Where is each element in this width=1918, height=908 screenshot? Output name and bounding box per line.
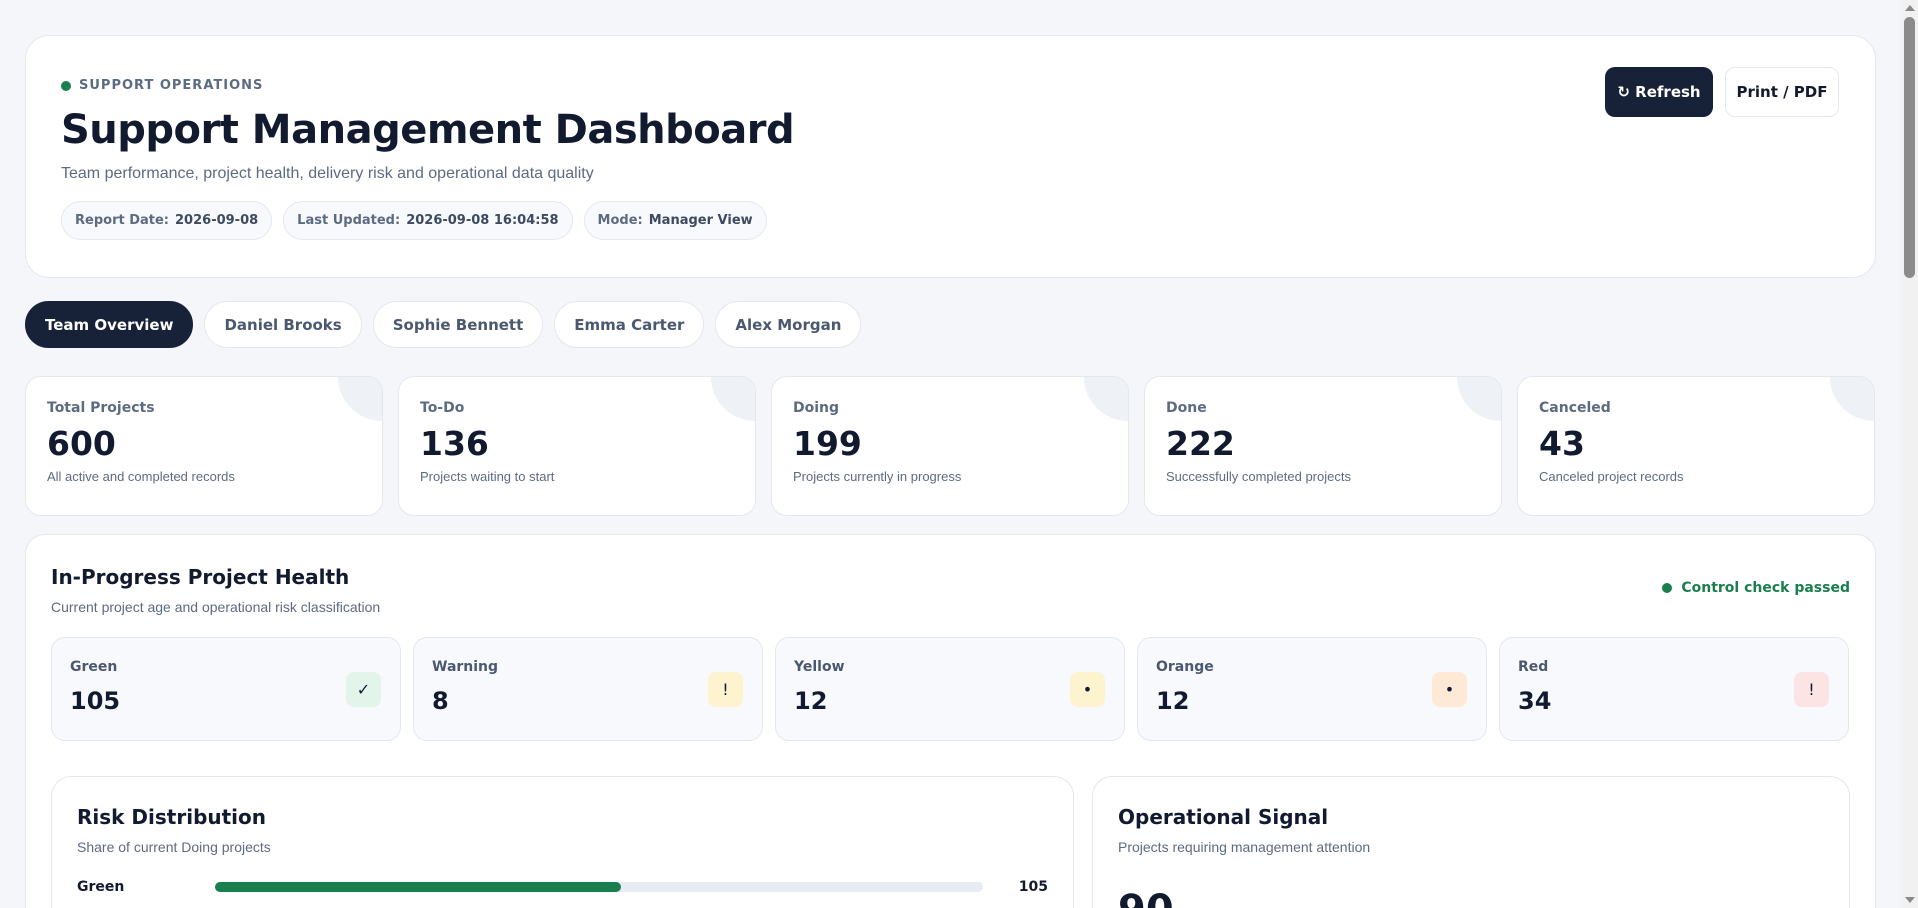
kpi-label: Total Projects — [47, 400, 155, 416]
header-actions: ↻ Refresh Print / PDF — [1605, 67, 1839, 117]
project-health-panel: In-Progress Project Health Current proje… — [25, 534, 1876, 908]
tab-emma-carter[interactable]: Emma Carter — [554, 301, 705, 348]
kpi-description: Projects waiting to start — [420, 469, 555, 484]
kpi-label: Canceled — [1539, 400, 1611, 416]
scroll-up-icon[interactable] — [1905, 5, 1915, 11]
meta-label: Mode: — [597, 213, 643, 228]
kpi-value: 136 — [420, 424, 489, 463]
print-pdf-button[interactable]: Print / PDF — [1725, 67, 1839, 117]
kpi-card-doing: Doing 199 Projects currently in progress — [771, 376, 1129, 516]
dot-icon: • — [1070, 672, 1105, 707]
panel-subtitle: Projects requiring management attention — [1118, 839, 1371, 855]
section-subtitle: Current project age and operational risk… — [51, 599, 381, 615]
page-title: Support Management Dashboard — [61, 107, 795, 153]
dot-icon: • — [1432, 672, 1467, 707]
kpi-description: All active and completed records — [47, 469, 235, 484]
meta-row: Report Date: 2026-09-08 Last Updated: 20… — [61, 201, 1840, 240]
risk-count: 105 — [1018, 879, 1048, 895]
tab-daniel-brooks[interactable]: Daniel Brooks — [204, 301, 362, 348]
status-dot-icon — [1662, 583, 1673, 593]
status-value: 12 — [1156, 687, 1190, 715]
last-updated-pill: Last Updated: 2026-09-08 16:04:58 — [283, 201, 573, 240]
status-card-yellow: Yellow 12 • — [775, 637, 1125, 741]
panel-subtitle: Share of current Doing projects — [77, 839, 271, 855]
tab-sophie-bennett[interactable]: Sophie Bennett — [372, 301, 544, 348]
eyebrow: SUPPORT OPERATIONS — [61, 78, 1840, 93]
meta-label: Last Updated: — [297, 213, 401, 228]
alert-icon: ! — [1794, 672, 1829, 707]
team-tabs: Team Overview Daniel Brooks Sophie Benne… — [25, 301, 1876, 348]
control-check-label: Control check passed — [1681, 580, 1850, 596]
meta-value: 2026-09-08 16:04:58 — [406, 213, 559, 228]
tab-team-overview[interactable]: Team Overview — [25, 301, 194, 348]
panel-title: Risk Distribution — [77, 805, 267, 829]
meta-label: Report Date: — [75, 213, 170, 228]
risk-bar-track — [215, 882, 983, 892]
kpi-row: Total Projects 600 All active and comple… — [25, 376, 1876, 516]
kpi-label: Done — [1166, 400, 1207, 416]
risk-row-green: Green 105 — [77, 879, 1048, 895]
bottom-row: Risk Distribution Share of current Doing… — [51, 776, 1850, 908]
status-row: Green 105 ✓ Warning 8 ! Yellow 12 • Oran… — [51, 637, 1850, 741]
status-label: Yellow — [794, 659, 845, 675]
status-card-warning: Warning 8 ! — [413, 637, 763, 741]
kpi-value: 43 — [1539, 424, 1585, 463]
risk-label: Green — [77, 879, 125, 895]
operational-signal-panel: Operational Signal Projects requiring ma… — [1092, 776, 1850, 908]
meta-value: 2026-09-08 — [175, 213, 259, 228]
control-check-badge: Control check passed — [1662, 580, 1850, 596]
page-subtitle: Team performance, project health, delive… — [61, 165, 594, 182]
section-title: In-Progress Project Health — [51, 565, 350, 589]
risk-distribution-panel: Risk Distribution Share of current Doing… — [51, 776, 1074, 908]
eyebrow-label: SUPPORT OPERATIONS — [79, 78, 264, 93]
kpi-description: Projects currently in progress — [793, 469, 962, 484]
kpi-description: Canceled project records — [1539, 469, 1684, 484]
scroll-down-icon[interactable] — [1905, 897, 1915, 903]
vertical-scrollbar[interactable] — [1901, 0, 1918, 908]
scrollbar-thumb[interactable] — [1904, 17, 1915, 278]
status-value: 34 — [1518, 687, 1552, 715]
status-value: 12 — [794, 687, 828, 715]
dashboard-page: SUPPORT OPERATIONS Support Management Da… — [25, 35, 1876, 908]
tab-alex-morgan[interactable]: Alex Morgan — [715, 301, 862, 348]
kpi-description: Successfully completed projects — [1166, 469, 1351, 484]
kpi-card-done: Done 222 Successfully completed projects — [1144, 376, 1502, 516]
mode-pill: Mode: Manager View — [583, 201, 767, 240]
status-card-red: Red 34 ! — [1499, 637, 1849, 741]
refresh-button[interactable]: ↻ Refresh — [1605, 67, 1713, 117]
kpi-label: Doing — [793, 400, 840, 416]
kpi-value: 199 — [793, 424, 862, 463]
status-value: 105 — [70, 687, 121, 715]
status-value: 8 — [432, 687, 449, 715]
signal-value: 90 — [1118, 887, 1824, 908]
header-card: SUPPORT OPERATIONS Support Management Da… — [25, 35, 1876, 278]
status-label: Orange — [1156, 659, 1214, 675]
kpi-card-canceled: Canceled 43 Canceled project records — [1517, 376, 1875, 516]
status-label: Warning — [432, 659, 499, 675]
warning-icon: ! — [708, 672, 743, 707]
panel-title: Operational Signal — [1118, 805, 1329, 829]
status-card-green: Green 105 ✓ — [51, 637, 401, 741]
kpi-value: 600 — [47, 424, 116, 463]
status-card-orange: Orange 12 • — [1137, 637, 1487, 741]
check-icon: ✓ — [346, 672, 381, 707]
report-date-pill: Report Date: 2026-09-08 — [61, 201, 273, 240]
meta-value: Manager View — [648, 213, 753, 228]
risk-bar-fill — [215, 882, 621, 892]
status-label: Green — [70, 659, 118, 675]
kpi-label: To-Do — [420, 400, 465, 416]
kpi-card-total-projects: Total Projects 600 All active and comple… — [25, 376, 383, 516]
kpi-card-to-do: To-Do 136 Projects waiting to start — [398, 376, 756, 516]
status-dot-icon — [61, 80, 71, 91]
kpi-value: 222 — [1166, 424, 1235, 463]
status-label: Red — [1518, 659, 1549, 675]
